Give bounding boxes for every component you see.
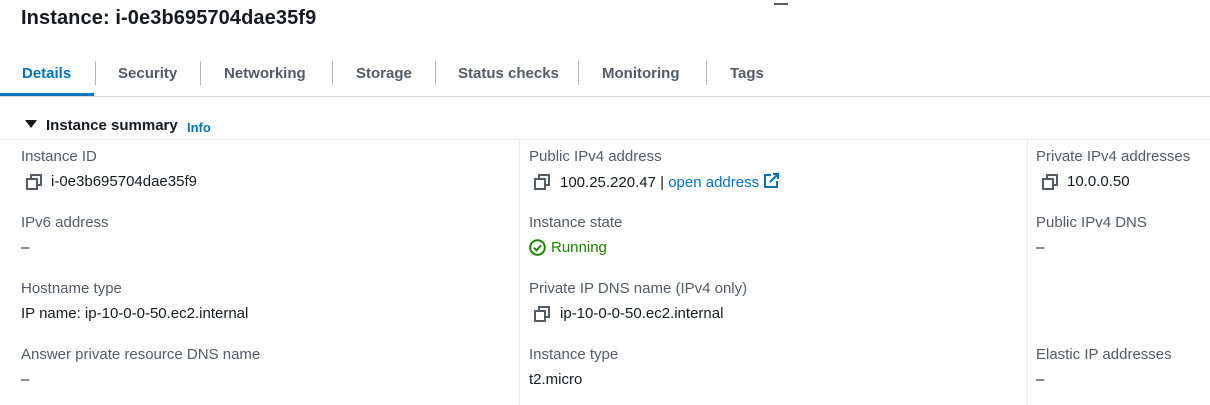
instance-summary-title[interactable]: Instance summary — [46, 117, 178, 134]
public-dns-value: – — [1036, 239, 1045, 256]
ipv6-value: – — [21, 239, 30, 256]
active-tab-indicator — [0, 93, 94, 96]
tab-security[interactable]: Security — [118, 52, 177, 96]
tab-separator — [332, 61, 333, 85]
tab-separator — [435, 61, 436, 85]
private-ipv4-label: Private IPv4 addresses — [1036, 148, 1191, 165]
external-link-icon[interactable] — [763, 173, 780, 193]
hostname-type-label: Hostname type — [21, 280, 122, 297]
tab-details[interactable]: Details — [22, 52, 71, 96]
elastic-ip-value: – — [1036, 371, 1045, 388]
hostname-type-value: IP name: ip-10-0-0-50.ec2.internal — [21, 305, 249, 322]
private-ip-dns-value: ip-10-0-0-50.ec2.internal — [560, 305, 724, 322]
tab-separator — [706, 61, 707, 85]
copy-icon[interactable] — [1042, 174, 1058, 190]
instance-state-label: Instance state — [529, 214, 623, 231]
column-divider — [519, 140, 520, 405]
copy-icon[interactable] — [534, 174, 550, 190]
page-title: Instance: i-0e3b695704dae35f9 — [21, 7, 317, 29]
instance-id-value: i-0e3b695704dae35f9 — [51, 173, 197, 190]
public-dns-label: Public IPv4 DNS — [1036, 214, 1147, 231]
check-circle-icon — [529, 239, 546, 256]
instance-id-label: Instance ID — [21, 148, 97, 165]
instance-type-label: Instance type — [529, 346, 619, 363]
public-ipv4-value: 100.25.220.47 — [560, 174, 656, 191]
private-ipv4-value: 10.0.0.50 — [1067, 173, 1130, 190]
separator: | — [660, 174, 665, 191]
answer-dns-value: – — [21, 371, 30, 388]
instance-summary-header: Instance summary Info — [0, 112, 1210, 140]
instance-type-value: t2.micro — [529, 371, 583, 388]
tab-status-checks[interactable]: Status checks — [458, 52, 559, 96]
drag-handle[interactable] — [774, 3, 788, 5]
tab-separator — [200, 61, 201, 85]
elastic-ip-label: Elastic IP addresses — [1036, 346, 1172, 363]
tab-monitoring[interactable]: Monitoring — [602, 52, 679, 96]
tab-separator — [95, 61, 96, 85]
info-link[interactable]: Info — [187, 120, 211, 135]
column-divider — [1027, 140, 1028, 405]
answer-dns-label: Answer private resource DNS name — [21, 346, 261, 363]
instance-state-value: Running — [551, 239, 607, 256]
copy-icon[interactable] — [534, 306, 550, 322]
private-ip-dns-label: Private IP DNS name (IPv4 only) — [529, 280, 748, 297]
open-address-link[interactable]: open address — [668, 174, 759, 191]
tab-networking[interactable]: Networking — [224, 52, 306, 96]
tab-tags[interactable]: Tags — [730, 52, 764, 96]
tab-separator — [578, 61, 579, 85]
tab-storage[interactable]: Storage — [356, 52, 412, 96]
copy-icon[interactable] — [26, 174, 42, 190]
public-ipv4-row: 100.25.220.47 | open address — [560, 173, 780, 193]
caret-down-icon[interactable] — [25, 120, 37, 128]
ipv6-label: IPv6 address — [21, 214, 109, 231]
tab-bar: Details Security Networking Storage Stat… — [0, 52, 1210, 97]
public-ipv4-label: Public IPv4 address — [529, 148, 662, 165]
